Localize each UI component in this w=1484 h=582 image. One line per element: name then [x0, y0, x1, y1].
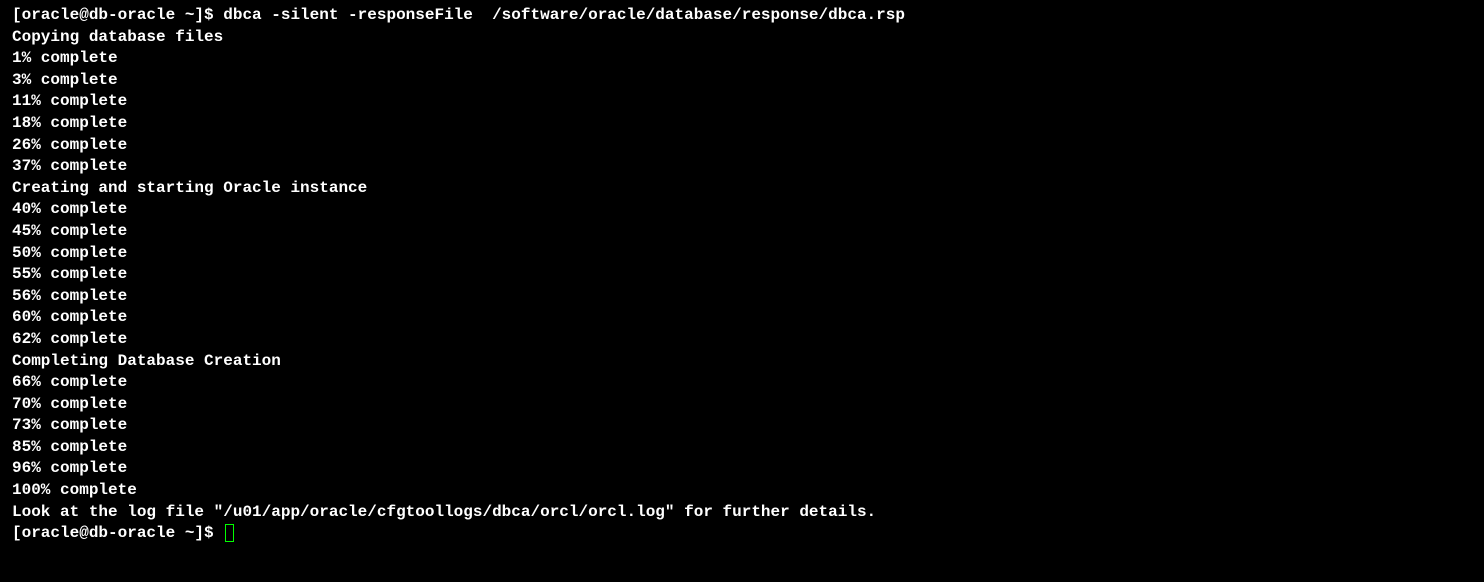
output-line: 45% complete [12, 221, 1472, 243]
output-line: 85% complete [12, 437, 1472, 459]
output-line: 60% complete [12, 307, 1472, 329]
output-line: 96% complete [12, 458, 1472, 480]
output-line: 3% complete [12, 70, 1472, 92]
output-line: 50% complete [12, 243, 1472, 265]
output-line: 1% complete [12, 48, 1472, 70]
output-line: Completing Database Creation [12, 351, 1472, 373]
output-line: 18% complete [12, 113, 1472, 135]
output-line: Creating and starting Oracle instance [12, 178, 1472, 200]
output-line: 55% complete [12, 264, 1472, 286]
output-line: 70% complete [12, 394, 1472, 416]
cursor-icon [225, 524, 234, 542]
output-line: 100% complete [12, 480, 1472, 502]
command-text: dbca -silent -responseFile /software/ora… [223, 6, 905, 24]
prompt: [oracle@db-oracle ~]$ [12, 524, 223, 542]
prompt: [oracle@db-oracle ~]$ [12, 6, 223, 24]
output-line: 62% complete [12, 329, 1472, 351]
output-line: 11% complete [12, 91, 1472, 113]
output-line: 40% complete [12, 199, 1472, 221]
output-line: 26% complete [12, 135, 1472, 157]
output-line: Look at the log file "/u01/app/oracle/cf… [12, 502, 1472, 524]
output-line: 66% complete [12, 372, 1472, 394]
output-line: Copying database files [12, 27, 1472, 49]
terminal-output[interactable]: [oracle@db-oracle ~]$ dbca -silent -resp… [12, 5, 1472, 545]
output-line: 56% complete [12, 286, 1472, 308]
output-line: 73% complete [12, 415, 1472, 437]
output-line: 37% complete [12, 156, 1472, 178]
